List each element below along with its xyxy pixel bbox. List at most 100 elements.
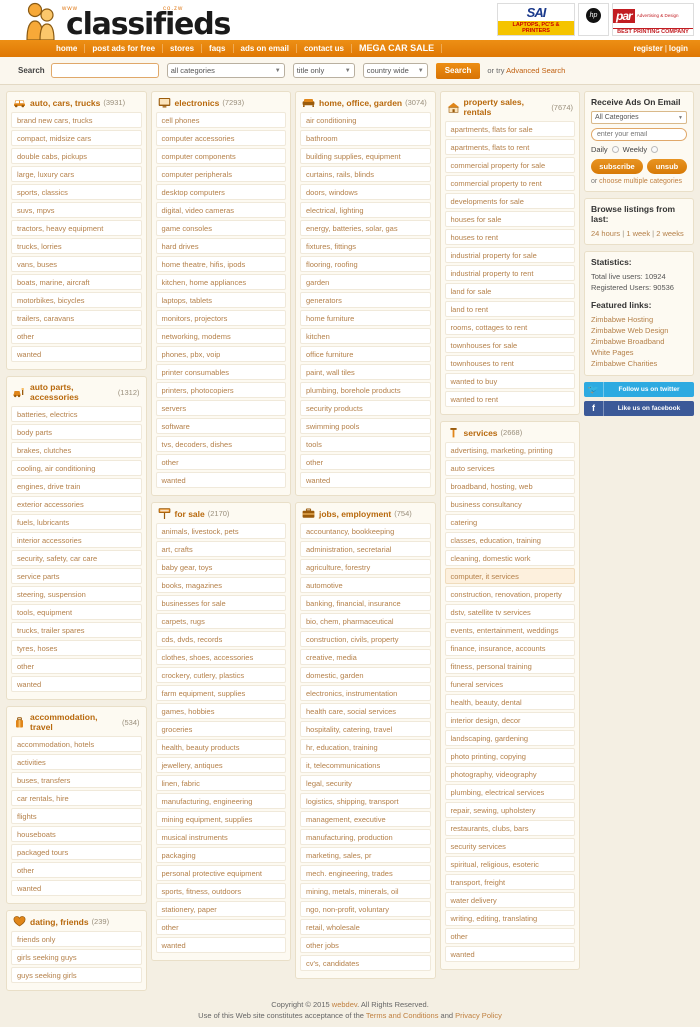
subcategory-link[interactable]: advertising, marketing, printing — [444, 442, 575, 458]
subcategory-link[interactable]: cooling, air conditioning — [11, 460, 142, 476]
subcategory-link[interactable]: office furniture — [300, 346, 431, 362]
subcategory-link[interactable]: developments for sale — [444, 193, 575, 209]
subcategory-link[interactable]: musical instruments — [155, 829, 286, 845]
subcategory-link[interactable]: apartments, flats to rent — [444, 139, 575, 155]
subcategory-link[interactable]: classes, education, training — [444, 532, 575, 548]
subcategory-link[interactable]: body parts — [11, 424, 142, 440]
subcategory-link[interactable]: manufacturing, production — [300, 829, 431, 845]
subcategory-link[interactable]: vans, buses — [11, 256, 142, 272]
subcategory-link[interactable]: baby gear, toys — [155, 559, 286, 575]
advanced-search-link[interactable]: Advanced Search — [506, 66, 565, 75]
subcategory-link[interactable]: stationery, paper — [155, 901, 286, 917]
subcategory-link[interactable]: banking, financial, insurance — [300, 595, 431, 611]
subcategory-link[interactable]: sports, classics — [11, 184, 142, 200]
subcategory-link[interactable]: photography, videography — [444, 766, 575, 782]
subcategory-link[interactable]: books, magazines — [155, 577, 286, 593]
subcategory-link[interactable]: crockery, cutlery, plastics — [155, 667, 286, 683]
subcategory-link[interactable]: townhouses for sale — [444, 337, 575, 353]
subcategory-link[interactable]: interior accessories — [11, 532, 142, 548]
subcategory-link[interactable]: photo printing, copying — [444, 748, 575, 764]
subcategory-link[interactable]: printer consumables — [155, 364, 286, 380]
subcategory-link[interactable]: restaurants, clubs, bars — [444, 820, 575, 836]
browse-24-hours-link[interactable]: 24 hours — [591, 229, 620, 238]
terms-and-conditions-link[interactable]: Terms and Conditions — [366, 1011, 439, 1020]
search-scope-select[interactable]: title only ▼ — [292, 63, 355, 78]
subcategory-link[interactable]: security, safety, car care — [11, 550, 142, 566]
subcategory-link[interactable]: activities — [11, 754, 142, 770]
subcategory-link[interactable]: computer components — [155, 148, 286, 164]
subcategory-link[interactable]: wanted — [155, 472, 286, 488]
subcategory-link[interactable]: plumbing, borehole products — [300, 382, 431, 398]
subcategory-link[interactable]: writing, editing, translating — [444, 910, 575, 926]
subcategory-link[interactable]: tyres, hoses — [11, 640, 142, 656]
daily-radio[interactable] — [611, 146, 619, 153]
subcategory-link[interactable]: linen, fabric — [155, 775, 286, 791]
subcategory-link[interactable]: game consoles — [155, 220, 286, 236]
featured-link-zimbabwe-web-design[interactable]: Zimbabwe Web Design — [591, 325, 687, 336]
email-field[interactable] — [591, 128, 687, 141]
subcategory-link[interactable]: other — [155, 919, 286, 935]
subcategory-link[interactable]: wanted — [11, 880, 142, 896]
subcategory-link[interactable]: mining equipment, supplies — [155, 811, 286, 827]
featured-link-white-pages[interactable]: White Pages — [591, 347, 687, 358]
subcategory-link[interactable]: guys seeking girls — [11, 967, 142, 983]
subcategory-link[interactable]: repair, sewing, upholstery — [444, 802, 575, 818]
subcategory-link[interactable]: commercial property to rent — [444, 175, 575, 191]
subcategory-link[interactable]: desktop computers — [155, 184, 286, 200]
subcategory-link[interactable]: automotive — [300, 577, 431, 593]
subcategory-link[interactable]: finance, insurance, accounts — [444, 640, 575, 656]
subcategory-link[interactable]: interior design, decor — [444, 712, 575, 728]
subcategory-link[interactable]: groceries — [155, 721, 286, 737]
subcategory-link[interactable]: catering — [444, 514, 575, 530]
subcategory-link[interactable]: motorbikes, bicycles — [11, 292, 142, 308]
subcategory-link[interactable]: large, luxury cars — [11, 166, 142, 182]
unsubscribe-button[interactable]: unsub — [647, 159, 687, 174]
category-header-auto-parts-accessories[interactable]: auto parts, accessories (1312) — [11, 381, 142, 406]
subcategory-link[interactable]: boats, marine, aircraft — [11, 274, 142, 290]
subcategory-link[interactable]: water delivery — [444, 892, 575, 908]
category-header-home-office-garden[interactable]: home, office, garden (3074) — [300, 96, 431, 112]
subcategory-link[interactable]: trucks, lorries — [11, 238, 142, 254]
subcategory-link[interactable]: brand new cars, trucks — [11, 112, 142, 128]
site-logo[interactable]: classifieds — [22, 2, 231, 41]
nav-item-home[interactable]: home — [52, 44, 86, 53]
subcategory-link[interactable]: servers — [155, 400, 286, 416]
subcategory-link[interactable]: home theatre, hifis, ipods — [155, 256, 286, 272]
subcategory-link[interactable]: spiritual, religious, esoteric — [444, 856, 575, 872]
subcategory-link[interactable]: management, executive — [300, 811, 431, 827]
subcategory-link[interactable]: other — [11, 328, 142, 344]
subcategory-link[interactable]: domestic, garden — [300, 667, 431, 683]
subcategory-link[interactable]: tvs, decoders, dishes — [155, 436, 286, 452]
subcategory-link[interactable]: animals, livestock, pets — [155, 523, 286, 539]
browse-1-week-link[interactable]: 1 week — [626, 229, 650, 238]
subcategory-link[interactable]: other jobs — [300, 937, 431, 953]
subcategory-link[interactable]: engines, drive train — [11, 478, 142, 494]
search-button[interactable]: Search — [435, 62, 481, 79]
subcategory-link[interactable]: other — [155, 454, 286, 470]
subcategory-link[interactable]: business consultancy — [444, 496, 575, 512]
search-input[interactable] — [50, 63, 159, 78]
choose-multiple-categories-link[interactable]: choose multiple categories — [599, 178, 682, 185]
subcategory-link[interactable]: brakes, clutches — [11, 442, 142, 458]
subcategory-link[interactable]: garden — [300, 274, 431, 290]
subcategory-link[interactable]: agriculture, forestry — [300, 559, 431, 575]
subcategory-link[interactable]: tools, equipment — [11, 604, 142, 620]
subcategory-link[interactable]: tractors, heavy equipment — [11, 220, 142, 236]
category-header-accommodation-travel[interactable]: accommodation, travel (534) — [11, 711, 142, 736]
subcategory-link[interactable]: transport, freight — [444, 874, 575, 890]
subcategory-link[interactable]: cleaning, domestic work — [444, 550, 575, 566]
subcategory-link[interactable]: marketing, sales, pr — [300, 847, 431, 863]
login-link[interactable]: login — [667, 44, 690, 53]
featured-link-zimbabwe-hosting[interactable]: Zimbabwe Hosting — [591, 314, 687, 325]
subcategory-link[interactable]: jewellery, antiques — [155, 757, 286, 773]
subcategory-link[interactable]: girls seeking guys — [11, 949, 142, 965]
subcategory-link[interactable]: swimming pools — [300, 418, 431, 434]
subcategory-link[interactable]: curtains, rails, blinds — [300, 166, 431, 182]
subcategory-link[interactable]: wanted to rent — [444, 391, 575, 407]
subcategory-link[interactable]: houseboats — [11, 826, 142, 842]
category-header-dating-friends[interactable]: dating, friends (239) — [11, 915, 142, 931]
subcategory-link[interactable]: accommodation, hotels — [11, 736, 142, 752]
subcategory-link[interactable]: bio, chem, pharmaceutical — [300, 613, 431, 629]
subcategory-link[interactable]: carpets, rugs — [155, 613, 286, 629]
nav-item-stores[interactable]: stores — [163, 44, 203, 53]
